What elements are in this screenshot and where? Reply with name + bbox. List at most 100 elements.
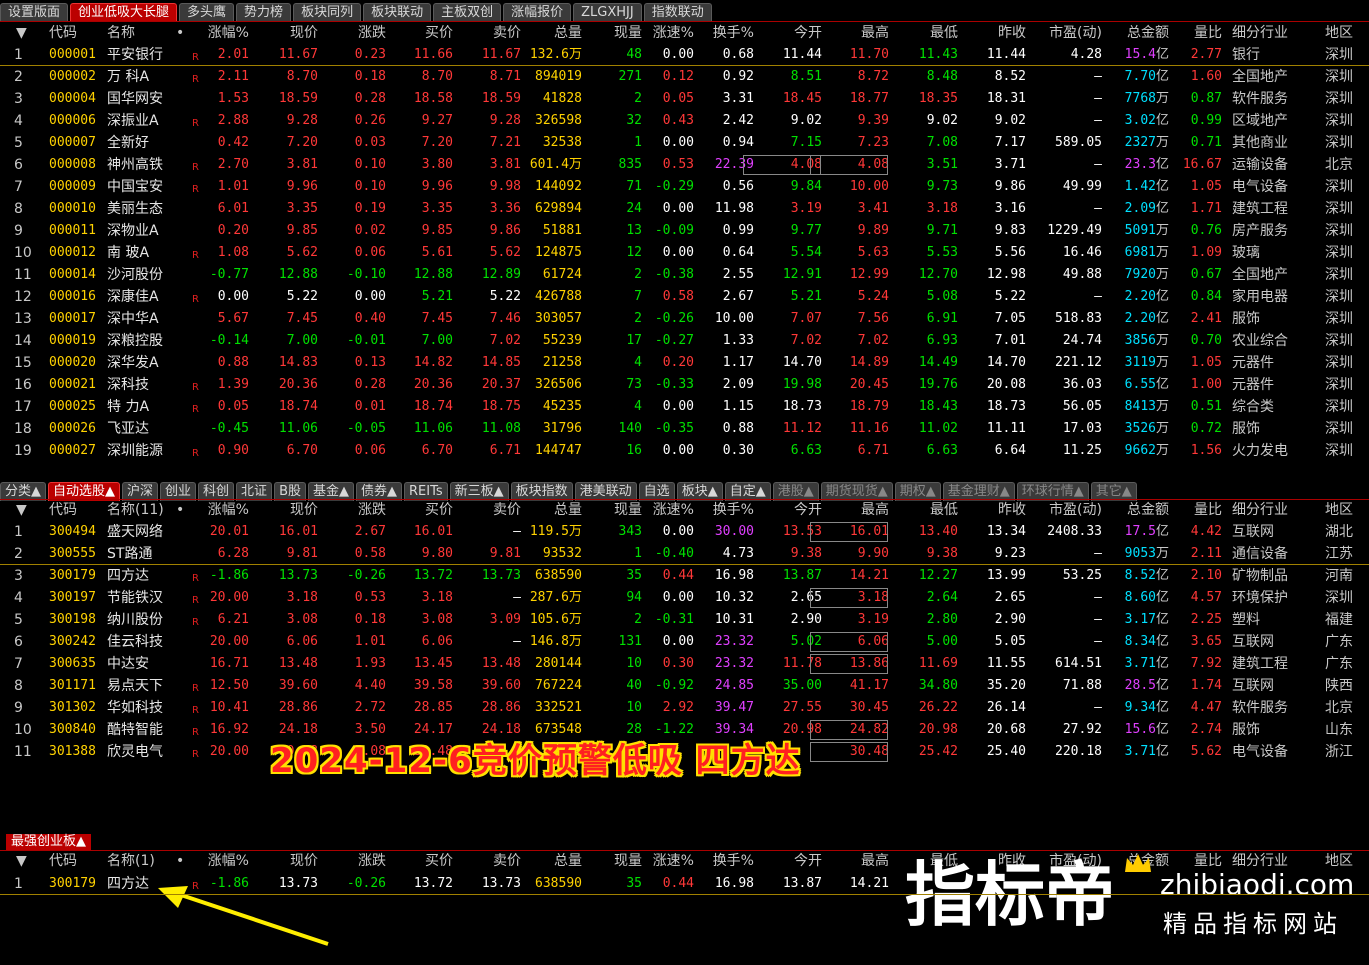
panel-title-strongest-gem[interactable]: 最强创业板▲ xyxy=(6,834,91,850)
table-row[interactable]: 4 300197 节能铁汉 R 20.00 3.18 0.53 3.18–287.6万 94 0.… xyxy=(0,587,1369,609)
top-tab-1[interactable]: 创业低吸大长腿 xyxy=(70,3,178,22)
table-row[interactable]: 12 000016 深康佳A R 0.00 5.22 0.00 5.21 5.22 426788 7… xyxy=(0,286,1369,308)
table-row[interactable]: 3 000004 国华网安 1.53 18.59 0.28 18.58 18.59 41828 2… xyxy=(0,88,1369,110)
table-row[interactable]: 2 000002 万 科A R 2.11 8.70 0.18 8.70 8.71 894019 27… xyxy=(0,66,1369,88)
column-header-industry[interactable]: 细分行业 xyxy=(1232,499,1288,521)
cell-code: 000012 xyxy=(49,245,96,260)
table-row[interactable]: 17 000025 特 力A R 0.05 18.74 0.01 18.74 18.75 4523… xyxy=(0,396,1369,418)
top-tab-5[interactable]: 板块联动 xyxy=(363,3,432,22)
column-header-idx[interactable]: ▼ xyxy=(16,22,27,44)
cell-code: 000019 xyxy=(49,333,96,348)
table-row[interactable]: 6 300242 佳云科技 20.00 6.06 1.01 6.06–146.8万 131 0.… xyxy=(0,631,1369,653)
column-header-idx[interactable]: ▼ xyxy=(16,850,27,872)
table-row[interactable]: 9 301302 华如科技 R 10.41 28.86 2.72 28.85 28.86 3325… xyxy=(0,697,1369,719)
table-row[interactable]: 10 000012 南 玻A R 1.08 5.62 0.06 5.61 5.62 124875 1… xyxy=(0,242,1369,264)
cell-industry: 元器件 xyxy=(1232,355,1274,371)
table-row[interactable]: 13 000017 深中华A 5.67 7.45 0.40 7.45 7.46 303057 2-… xyxy=(0,308,1369,330)
table-row[interactable]: 6 000008 神州高铁 R 2.70 3.81 0.10 3.80 3.81 601.4万 83… xyxy=(0,154,1369,176)
table-row[interactable]: 8 000010 美丽生态 6.01 3.35 0.19 3.35 3.36 629894 24 0… xyxy=(0,198,1369,220)
cell-name: 沙河股份 xyxy=(107,267,163,283)
column-header-industry[interactable]: 细分行业 xyxy=(1232,22,1288,44)
cell-code: 000025 xyxy=(49,399,96,414)
table-row[interactable]: 16 000021 深科技 R 1.39 20.36 0.28 20.36 20.37 32650… xyxy=(0,374,1369,396)
table-row[interactable]: 9 000011 深物业A 0.20 9.85 0.02 9.85 9.86 51881 13 -0… xyxy=(0,220,1369,242)
column-header-high[interactable]: 最高 xyxy=(809,850,889,872)
cell-code: 000026 xyxy=(49,421,96,436)
table-row[interactable]: 7 300635 中达安 16.71 13.48 1.93 13.45 13.48 280144… xyxy=(0,653,1369,675)
table-row[interactable]: 8 301171 易点天下 R 12.50 39.60 4.40 39.58 39.60 7672… xyxy=(0,675,1369,697)
cell-idx: 3 xyxy=(14,568,23,584)
cell-idx: 8 xyxy=(14,678,23,694)
table-row[interactable]: 1 300494 盛天网络 20.01 16.01 2.67 16.01–119.5万 343… xyxy=(0,521,1369,543)
top-tab-4[interactable]: 板块同列 xyxy=(293,3,362,22)
table-row[interactable]: 5 300198 纳川股份 R 6.21 3.08 0.18 3.08 3.09 105.6万 2-… xyxy=(0,609,1369,631)
column-header-name[interactable]: 名称(11) xyxy=(107,499,164,521)
column-header-prev_close[interactable]: 昨收 xyxy=(946,499,1026,521)
column-header-region[interactable]: 地区 xyxy=(1325,22,1353,44)
top-tab-3[interactable]: 势力榜 xyxy=(236,3,292,22)
cell-prev_close: 11.44 xyxy=(986,47,1026,62)
cell-code: 000010 xyxy=(49,201,96,216)
top-tab-7[interactable]: 涨幅报价 xyxy=(503,3,572,22)
column-header-name[interactable]: 名称(1) xyxy=(107,850,155,872)
table-row[interactable]: 15 000020 深华发A 0.88 14.83 0.13 14.82 14.85 21258… xyxy=(0,352,1369,374)
column-header-vol_ratio[interactable]: 量比 xyxy=(1142,499,1222,521)
column-header-chg_pct[interactable]: 涨幅% xyxy=(169,499,249,521)
cell-name: 平安银行 xyxy=(107,47,163,63)
cell-vol_ratio: 0.87 xyxy=(1190,91,1222,106)
cell-name: 深康佳A xyxy=(107,289,159,305)
cell-high: 12.99 xyxy=(849,267,889,282)
cell-prev_close: 9.86 xyxy=(994,179,1026,194)
column-header-vol_ratio[interactable]: 量比 xyxy=(1142,22,1222,44)
watermark-big-text: 指标帝 xyxy=(905,854,1115,936)
table-row[interactable]: 14 000019 深粮控股 -0.14 7.00 -0.01 7.00 7.02 55239 1… xyxy=(0,330,1369,352)
column-header-prev_close[interactable]: 昨收 xyxy=(946,22,1026,44)
table-row[interactable]: 4 000006 深振业A R 2.88 9.28 0.26 9.27 9.28 326598 32… xyxy=(0,110,1369,132)
table-row[interactable]: 5 000007 全新好 0.42 7.20 0.03 7.20 7.21 32538 1 0.00… xyxy=(0,132,1369,154)
cell-code: 300555 xyxy=(49,546,96,561)
column-header-chg_pct[interactable]: 涨幅% xyxy=(169,22,249,44)
column-header-high[interactable]: 最高 xyxy=(809,499,889,521)
row-separator xyxy=(0,65,1369,66)
cell-prev_close: 18.31 xyxy=(986,91,1026,106)
top-tab-8[interactable]: ZLGXHJJ xyxy=(573,3,642,22)
top-tab-9[interactable]: 指数联动 xyxy=(643,3,712,22)
cell-vol_ratio: 1.00 xyxy=(1190,377,1222,392)
column-header-high[interactable]: 最高 xyxy=(809,22,889,44)
cell-vol_ratio: 0.51 xyxy=(1190,399,1222,414)
top-tab-2[interactable]: 多头鹰 xyxy=(179,3,235,22)
cell-chg_pct: 2.70 xyxy=(217,157,249,172)
table-row[interactable]: 7 000009 中国宝安 R 1.01 9.96 0.10 9.96 9.98 144092 71… xyxy=(0,176,1369,198)
cell-vol_ratio: 0.84 xyxy=(1190,289,1222,304)
top-tab-0[interactable]: 设置版面 xyxy=(0,3,69,22)
cell-vol_ratio: 7.92 xyxy=(1190,656,1222,671)
cell-idx: 7 xyxy=(14,656,23,672)
cell-prev_close: 18.73 xyxy=(986,399,1026,414)
table-row[interactable]: 11 000014 沙河股份 -0.77 12.88 -0.10 12.88 12.89 617… xyxy=(0,264,1369,286)
cell-idx: 4 xyxy=(14,113,23,129)
cell-chg_pct: 1.01 xyxy=(217,179,249,194)
column-header-code[interactable]: 代码 xyxy=(49,499,77,521)
table-row[interactable]: 1 000001 平安银行 R 2.01 11.67 0.23 11.66 11.67 132.6… xyxy=(0,44,1369,66)
cell-high: 5.24 xyxy=(857,289,889,304)
table-row[interactable]: 18 000026 飞亚达 -0.45 11.06 -0.05 11.06 11.08 3179… xyxy=(0,418,1369,440)
cell-name: 神州高铁 xyxy=(107,157,163,173)
top-tab-6[interactable]: 主板双创 xyxy=(433,3,502,22)
table-row[interactable]: 3 300179 四方达 R -1.86 13.73 -0.26 13.72 13.73 6385… xyxy=(0,565,1369,587)
column-header-name[interactable]: 名称 xyxy=(107,22,135,44)
column-header-idx[interactable]: ▼ xyxy=(16,499,27,521)
cell-prev_close: 7.01 xyxy=(994,333,1026,348)
column-header-chg_pct[interactable]: 涨幅% xyxy=(169,850,249,872)
column-header-region[interactable]: 地区 xyxy=(1325,499,1353,521)
table-row[interactable]: 2 300555 ST路通 6.28 9.81 0.58 9.80 9.81 93532 1 -0.… xyxy=(0,543,1369,565)
cell-vol_ratio: 1.71 xyxy=(1190,201,1222,216)
cell-industry: 服饰 xyxy=(1232,311,1260,327)
cell-code: 300840 xyxy=(49,722,96,737)
table-row[interactable]: 19 000027 深圳能源 R 0.90 6.70 0.06 6.70 6.71 144747 1… xyxy=(0,440,1369,462)
column-header-code[interactable]: 代码 xyxy=(49,22,77,44)
cell-region: 山东 xyxy=(1325,722,1353,738)
cell-prev_close: 14.70 xyxy=(986,355,1026,370)
table2-header: ▼ 代码 名称(11) • 涨幅% 现价 涨跌 买价 卖价 总量 现量 涨速% 换手% 今开 最高 最低 昨收市… xyxy=(0,499,1369,521)
column-header-code[interactable]: 代码 xyxy=(49,850,77,872)
cell-industry: 家用电器 xyxy=(1232,289,1288,305)
